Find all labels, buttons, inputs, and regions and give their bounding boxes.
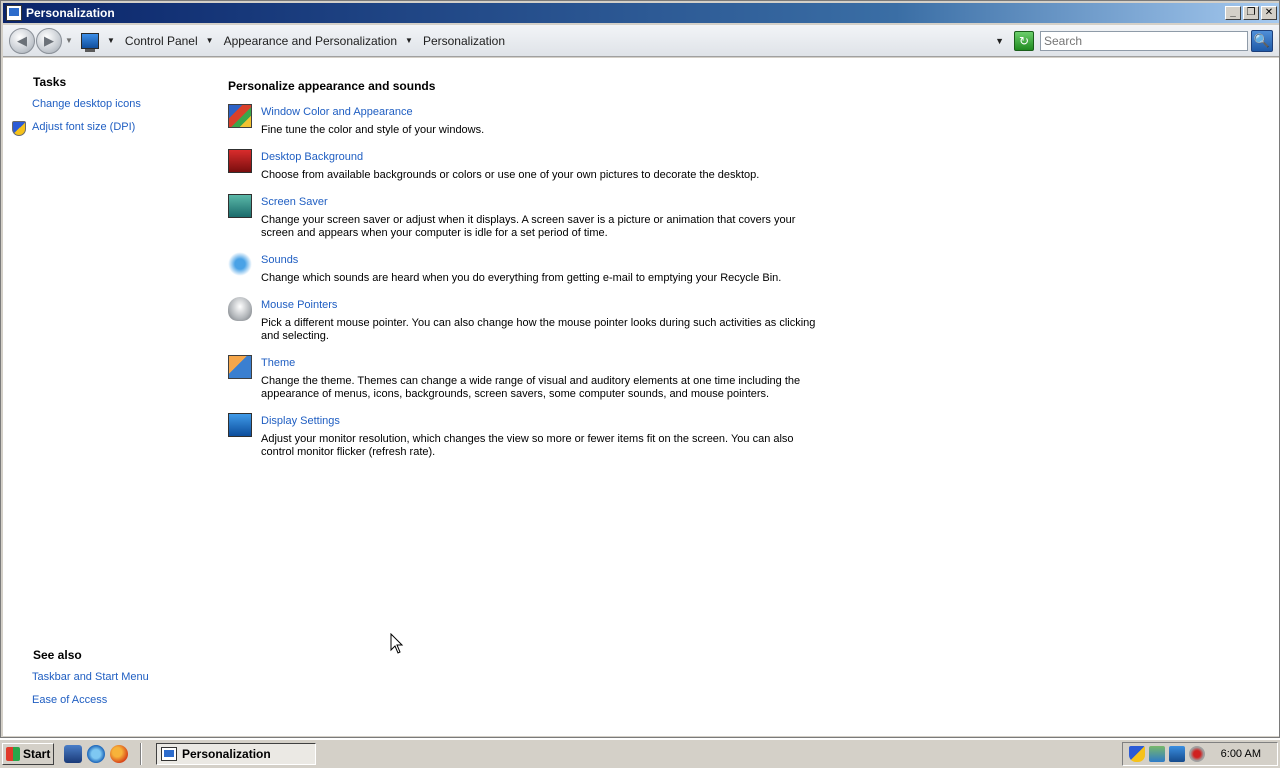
back-button[interactable]: ◀ xyxy=(9,27,35,54)
adjust-font-size-link[interactable]: Adjust font size (DPI) xyxy=(32,121,135,133)
page-title: Personalize appearance and sounds xyxy=(228,79,436,93)
control-panel-icon xyxy=(6,5,22,21)
task-label: Personalization xyxy=(182,747,271,761)
search-input[interactable] xyxy=(1040,30,1248,51)
theme-link[interactable]: Theme xyxy=(261,357,295,369)
see-also-heading: See also xyxy=(33,648,82,662)
taskbar-button-personalization[interactable]: Personalization xyxy=(156,743,316,765)
tasks-sidebar: Tasks Change desktop icons Adjust font s… xyxy=(3,58,203,736)
taskbar: Start Personalization 6:00 AM xyxy=(0,738,1280,768)
sounds-icon[interactable] xyxy=(228,252,252,276)
volume-muted-icon[interactable] xyxy=(1188,746,1205,762)
item-description: Pick a different mouse pointer. You can … xyxy=(261,317,816,342)
sounds-link[interactable]: Sounds xyxy=(261,254,298,266)
chevron-down-icon[interactable]: ▼ xyxy=(405,36,413,45)
screen-saver-icon[interactable] xyxy=(228,194,252,218)
search-icon[interactable]: 🔍 xyxy=(1251,29,1273,52)
ease-of-access-link[interactable]: Ease of Access xyxy=(32,694,107,706)
personalization-window: Personalization _ ❐ ✕ ◀ ▶ ▼ ▼ Control Pa… xyxy=(0,0,1280,738)
close-button[interactable]: ✕ xyxy=(1261,6,1277,20)
uac-shield-icon xyxy=(12,121,26,136)
item-description: Change your screen saver or adjust when … xyxy=(261,214,796,239)
navigation-bar: ◀ ▶ ▼ ▼ Control Panel ▼ Appearance and P… xyxy=(3,25,1279,57)
chevron-down-icon[interactable]: ▼ xyxy=(107,36,115,45)
display-settings-link[interactable]: Display Settings xyxy=(261,415,340,427)
tasks-heading: Tasks xyxy=(33,75,67,89)
breadcrumb-personalization[interactable]: Personalization xyxy=(423,34,505,48)
restore-button[interactable]: ❐ xyxy=(1243,6,1259,20)
minimize-button[interactable]: _ xyxy=(1225,6,1241,20)
windows-logo-icon xyxy=(6,747,20,761)
start-button[interactable]: Start xyxy=(2,743,54,765)
window-color-and-appearance-link[interactable]: Window Color and Appearance xyxy=(261,106,413,118)
title-bar[interactable]: Personalization _ ❐ ✕ xyxy=(3,3,1279,23)
content-pane: Tasks Change desktop icons Adjust font s… xyxy=(3,58,1279,736)
internet-explorer-icon[interactable] xyxy=(87,745,105,763)
change-desktop-icons-link[interactable]: Change desktop icons xyxy=(32,98,141,110)
mouse-pointers-link[interactable]: Mouse Pointers xyxy=(261,299,337,311)
firefox-icon[interactable] xyxy=(110,745,128,763)
network-icon[interactable] xyxy=(1148,746,1165,762)
system-tray: 6:00 AM xyxy=(1121,742,1278,766)
address-dropdown[interactable]: ▼ xyxy=(995,36,1004,46)
theme-icon[interactable] xyxy=(228,355,252,379)
start-label: Start xyxy=(23,747,51,761)
window-title: Personalization xyxy=(26,6,115,20)
clock[interactable]: 6:00 AM xyxy=(1221,748,1261,760)
breadcrumb-appearance-and-personalization[interactable]: Appearance and Personalization xyxy=(224,34,397,48)
item-description: Fine tune the color and style of your wi… xyxy=(261,124,485,136)
taskbar-and-start-menu-link[interactable]: Taskbar and Start Menu xyxy=(32,671,149,683)
show-desktop-icon[interactable] xyxy=(64,745,82,763)
security-shield-icon[interactable] xyxy=(1128,746,1145,762)
item-description: Change which sounds are heard when you d… xyxy=(261,272,782,284)
monitor-icon[interactable] xyxy=(1168,746,1185,762)
display-settings-icon[interactable] xyxy=(228,413,252,437)
desktop-background-icon[interactable] xyxy=(228,149,252,173)
chevron-down-icon[interactable]: ▼ xyxy=(206,36,214,45)
item-description: Choose from available backgrounds or col… xyxy=(261,169,760,181)
recent-pages-dropdown[interactable]: ▼ xyxy=(65,36,75,45)
mouse-pointers-icon[interactable] xyxy=(228,297,252,321)
window-color-icon[interactable] xyxy=(228,104,252,128)
item-description: Adjust your monitor resolution, which ch… xyxy=(261,433,794,458)
control-panel-icon xyxy=(81,32,99,52)
screen-saver-link[interactable]: Screen Saver xyxy=(261,196,328,208)
refresh-button[interactable]: ↻ xyxy=(1014,30,1034,51)
desktop-background-link[interactable]: Desktop Background xyxy=(261,151,363,163)
quicklaunch-divider xyxy=(140,743,142,765)
control-panel-icon xyxy=(161,747,177,761)
breadcrumb-control-panel[interactable]: Control Panel xyxy=(125,34,198,48)
forward-button[interactable]: ▶ xyxy=(36,27,62,54)
item-description: Change the theme. Themes can change a wi… xyxy=(261,375,801,400)
